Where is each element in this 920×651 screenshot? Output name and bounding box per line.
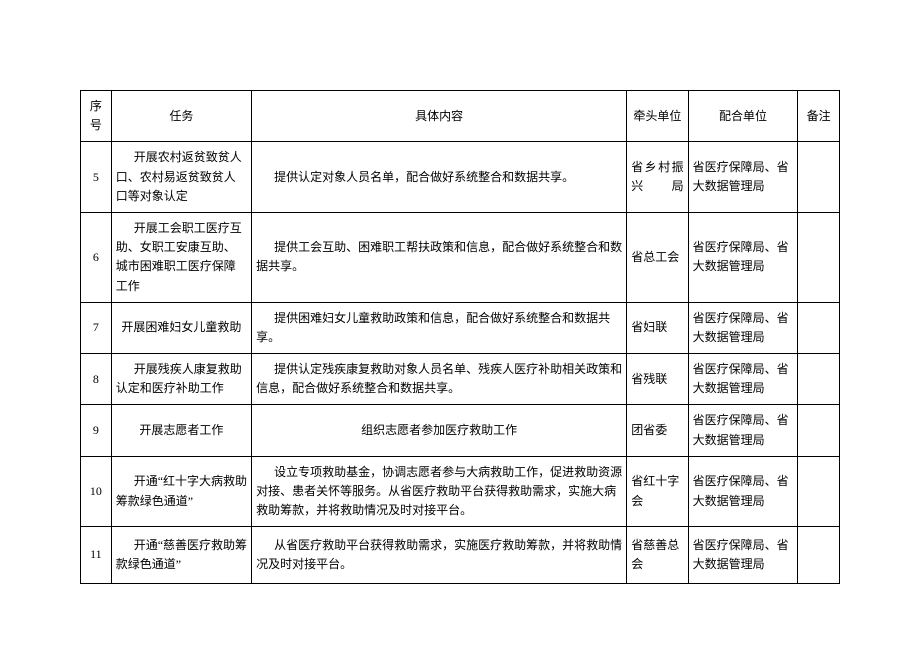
header-remark: 备注	[798, 91, 840, 142]
cell-content: 提供困难妇女儿童救助政策和信息，配合做好系统整合和数据共享。	[252, 302, 627, 353]
cell-remark	[798, 212, 840, 302]
table-row: 11 开通“慈善医疗救助筹款绿色通道” 从省医疗救助平台获得救助需求，实施医疗救…	[81, 527, 840, 583]
cell-remark	[798, 405, 840, 456]
cell-seq: 9	[81, 405, 112, 456]
cell-remark	[798, 456, 840, 527]
table-row: 8 开展残疾人康复救助认定和医疗补助工作 提供认定残疾康复救助对象人员名单、残疾…	[81, 354, 840, 405]
cell-lead: 省乡村振兴局	[627, 142, 688, 213]
cell-remark	[798, 527, 840, 583]
table-row: 9 开展志愿者工作 组织志愿者参加医疗救助工作 团省委 省医疗保障局、省大数据管…	[81, 405, 840, 456]
cell-coop: 省医疗保障局、省大数据管理局	[688, 142, 798, 213]
cell-coop: 省医疗保障局、省大数据管理局	[688, 302, 798, 353]
cell-task: 开通“红十字大病救助筹款绿色通道”	[111, 456, 251, 527]
table-row: 10 开通“红十字大病救助筹款绿色通道” 设立专项救助基金，协调志愿者参与大病救…	[81, 456, 840, 527]
cell-task: 开通“慈善医疗救助筹款绿色通道”	[111, 527, 251, 583]
cell-coop: 省医疗保障局、省大数据管理局	[688, 456, 798, 527]
header-seq: 序号	[81, 91, 112, 142]
cell-coop: 省医疗保障局、省大数据管理局	[688, 354, 798, 405]
cell-lead: 省红十字会	[627, 456, 688, 527]
cell-remark	[798, 302, 840, 353]
cell-task: 开展志愿者工作	[111, 405, 251, 456]
cell-content: 从省医疗救助平台获得救助需求，实施医疗救助筹款，并将救助情况及时对接平台。	[252, 527, 627, 583]
table-row: 6 开展工会职工医疗互助、女职工安康互助、城市困难职工医疗保障工作 提供工会互助…	[81, 212, 840, 302]
task-table: 序号 任务 具体内容 牵头单位 配合单位 备注 5 开展农村返贫致贫人口、农村易…	[80, 90, 840, 584]
header-coop: 配合单位	[688, 91, 798, 142]
cell-seq: 8	[81, 354, 112, 405]
cell-seq: 6	[81, 212, 112, 302]
cell-task: 开展残疾人康复救助认定和医疗补助工作	[111, 354, 251, 405]
table-row: 7 开展困难妇女儿童救助 提供困难妇女儿童救助政策和信息，配合做好系统整合和数据…	[81, 302, 840, 353]
cell-seq: 7	[81, 302, 112, 353]
cell-seq: 11	[81, 527, 112, 583]
cell-coop: 省医疗保障局、省大数据管理局	[688, 527, 798, 583]
cell-seq: 10	[81, 456, 112, 527]
cell-content: 提供认定残疾康复救助对象人员名单、残疾人医疗补助相关政策和信息，配合做好系统整合…	[252, 354, 627, 405]
cell-lead: 省残联	[627, 354, 688, 405]
cell-lead: 团省委	[627, 405, 688, 456]
cell-seq: 5	[81, 142, 112, 213]
cell-remark	[798, 142, 840, 213]
cell-coop: 省医疗保障局、省大数据管理局	[688, 405, 798, 456]
cell-content: 组织志愿者参加医疗救助工作	[252, 405, 627, 456]
table-header-row: 序号 任务 具体内容 牵头单位 配合单位 备注	[81, 91, 840, 142]
cell-remark	[798, 354, 840, 405]
cell-lead: 省慈善总会	[627, 527, 688, 583]
cell-task: 开展农村返贫致贫人口、农村易返贫致贫人口等对象认定	[111, 142, 251, 213]
cell-lead: 省总工会	[627, 212, 688, 302]
cell-task: 开展工会职工医疗互助、女职工安康互助、城市困难职工医疗保障工作	[111, 212, 251, 302]
cell-content: 提供认定对象人员名单，配合做好系统整合和数据共享。	[252, 142, 627, 213]
cell-lead: 省妇联	[627, 302, 688, 353]
header-lead: 牵头单位	[627, 91, 688, 142]
cell-task: 开展困难妇女儿童救助	[111, 302, 251, 353]
table-row: 5 开展农村返贫致贫人口、农村易返贫致贫人口等对象认定 提供认定对象人员名单，配…	[81, 142, 840, 213]
header-content: 具体内容	[252, 91, 627, 142]
cell-coop: 省医疗保障局、省大数据管理局	[688, 212, 798, 302]
cell-content: 提供工会互助、困难职工帮扶政策和信息，配合做好系统整合和数据共享。	[252, 212, 627, 302]
header-task: 任务	[111, 91, 251, 142]
cell-content: 设立专项救助基金，协调志愿者参与大病救助工作，促进救助资源对接、患者关怀等服务。…	[252, 456, 627, 527]
